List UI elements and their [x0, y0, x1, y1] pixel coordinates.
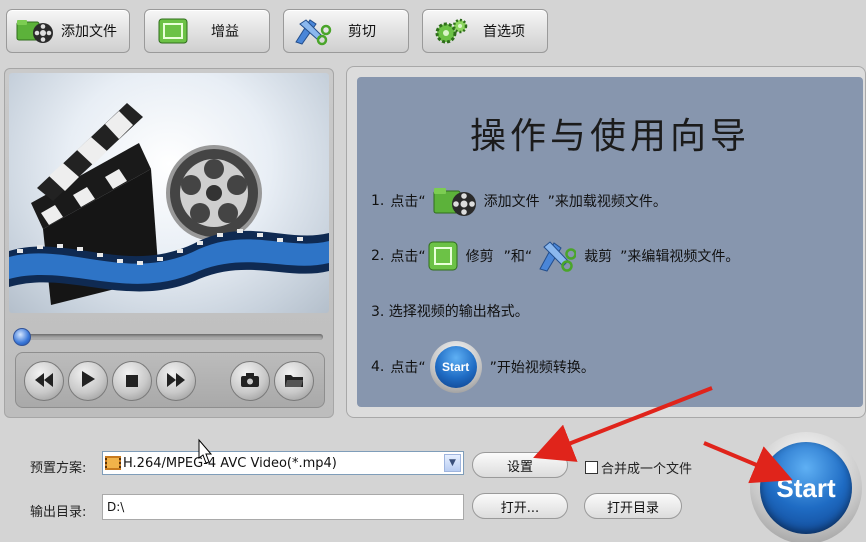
preset-select[interactable]: H.264/MPEG-4 AVC Video(*.mp4) ▼ — [102, 451, 464, 475]
start-button[interactable]: Start — [750, 432, 862, 542]
start-icon-label: Start — [434, 346, 477, 388]
step-text: 点击“ — [390, 249, 426, 265]
stop-icon — [126, 372, 138, 391]
snapshot-button[interactable] — [230, 361, 270, 401]
toolbar: 添加文件 增益 剪切 首选项 — [0, 0, 866, 62]
step-label: 修剪 — [465, 249, 494, 265]
preset-label: 预置方案: — [30, 461, 87, 476]
guide-step-1: 1. 点击“ 添加文件 ”来加载视频文件。 — [371, 183, 667, 219]
gain-button[interactable]: 增益 — [144, 9, 270, 53]
fast-forward-button[interactable] — [156, 361, 196, 401]
play-button[interactable] — [68, 361, 108, 401]
step-text: ”开始视频转换。 — [489, 360, 595, 376]
gain-icon — [153, 16, 193, 46]
open-folder-button[interactable] — [274, 361, 314, 401]
gain-icon — [428, 241, 458, 271]
step-label: 裁剪 — [584, 249, 613, 265]
guide-step-4: 4. 点击“ Start ”开始视频转换。 — [371, 341, 595, 393]
guide-title: 操作与使用向导 — [469, 116, 750, 157]
start-icon: Start — [429, 341, 482, 393]
video-preview — [9, 73, 329, 313]
merge-label: 合并成一个文件 — [601, 462, 693, 477]
preferences-label: 首选项 — [483, 24, 525, 40]
step-text: 点击“ — [390, 194, 426, 210]
stop-button[interactable] — [112, 361, 152, 401]
output-directory-field[interactable]: D:\ — [102, 494, 464, 520]
step-text: ”和“ — [503, 249, 533, 265]
open-button[interactable]: 打开... — [472, 493, 568, 519]
film-reel-icon — [432, 183, 478, 219]
seek-track — [19, 334, 323, 340]
film-format-icon — [105, 455, 121, 471]
playback-controls — [15, 352, 325, 408]
step-text: ”来加载视频文件。 — [547, 194, 667, 210]
settings-button[interactable]: 设置 — [472, 452, 568, 478]
gain-label: 增益 — [211, 24, 239, 40]
checkbox-box[interactable] — [585, 461, 598, 474]
fast-forward-icon — [167, 372, 185, 391]
step-number: 4. — [371, 359, 385, 375]
chevron-down-icon[interactable]: ▼ — [444, 454, 461, 472]
gears-icon — [431, 16, 471, 46]
step-text: ”来编辑视频文件。 — [620, 249, 740, 265]
guide-content: 操作与使用向导 1. 点击“ 添加文件 ”来加载视频文件。 2. 点击“ 修剪 … — [357, 77, 863, 407]
play-icon — [81, 371, 95, 391]
open-directory-button[interactable]: 打开目录 — [584, 493, 682, 519]
step-number: 2. — [371, 248, 385, 264]
guide-panel: 操作与使用向导 1. 点击“ 添加文件 ”来加载视频文件。 2. 点击“ 修剪 … — [346, 66, 866, 418]
player-panel — [4, 68, 334, 418]
step-text: 3. 选择视频的输出格式。 — [371, 304, 529, 320]
add-file-button[interactable]: 添加文件 — [6, 9, 130, 53]
preset-value: H.264/MPEG-4 AVC Video(*.mp4) — [123, 455, 337, 471]
camera-icon — [241, 372, 259, 391]
seek-slider[interactable] — [13, 327, 327, 347]
guide-step-3: 3. 选择视频的输出格式。 — [371, 301, 529, 321]
start-button-label: Start — [760, 442, 852, 534]
rewind-button[interactable] — [24, 361, 64, 401]
add-file-label: 添加文件 — [61, 24, 117, 40]
preferences-button[interactable]: 首选项 — [422, 9, 548, 53]
seek-knob[interactable] — [13, 328, 31, 346]
merge-checkbox[interactable]: 合并成一个文件 — [585, 458, 692, 477]
scissors-icon — [292, 16, 332, 46]
step-label: 添加文件 — [483, 194, 540, 210]
cut-label: 剪切 — [348, 24, 376, 40]
rewind-icon — [35, 372, 53, 391]
folder-icon — [285, 372, 303, 391]
output-label: 输出目录: — [30, 505, 87, 520]
step-text: 点击“ — [390, 360, 426, 376]
movie-clapper-illustration — [9, 103, 329, 305]
cut-button[interactable]: 剪切 — [283, 9, 409, 53]
film-reel-icon — [15, 16, 55, 46]
scissors-icon — [536, 239, 577, 273]
guide-step-2: 2. 点击“ 修剪 ”和“ 裁剪 ”来编辑视频文件。 — [371, 239, 739, 273]
step-number: 1. — [371, 193, 385, 209]
